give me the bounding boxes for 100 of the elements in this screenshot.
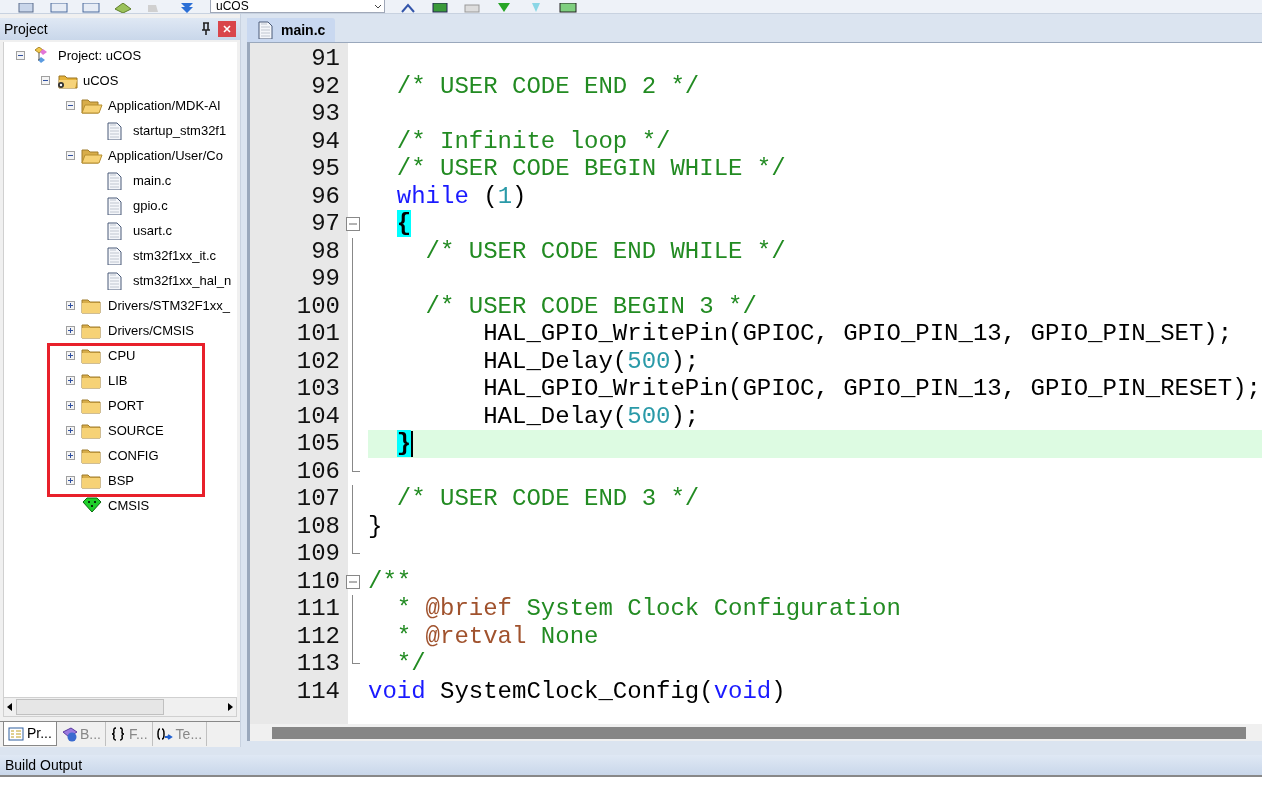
code-line: * @brief System Clock Configuration bbox=[395, 595, 901, 623]
toolbar-icon[interactable] bbox=[399, 3, 417, 13]
line-number: 109 bbox=[295, 540, 341, 568]
file-icon bbox=[257, 21, 273, 39]
code-line: /** bbox=[368, 567, 412, 595]
panel-title: Build Output bbox=[5, 755, 83, 775]
scrollbar-thumb[interactable] bbox=[16, 699, 164, 715]
folder-icon bbox=[81, 296, 103, 315]
fold-icon[interactable] bbox=[346, 574, 360, 589]
folder-icon bbox=[81, 471, 103, 490]
close-button[interactable] bbox=[218, 21, 236, 37]
horizontal-scrollbar[interactable] bbox=[250, 724, 1262, 741]
tree-item[interactable]: usart.c bbox=[133, 220, 172, 241]
line-number: 114 bbox=[295, 677, 341, 705]
expand-icon[interactable] bbox=[66, 426, 75, 435]
tree-item[interactable]: uCOS bbox=[83, 70, 119, 91]
line-number: 105 bbox=[295, 430, 341, 458]
line-number: 111 bbox=[295, 595, 341, 623]
line-number: 101 bbox=[295, 320, 341, 348]
line-number: 104 bbox=[295, 402, 341, 430]
collapse-icon[interactable] bbox=[41, 76, 50, 85]
pin-icon[interactable] bbox=[200, 22, 212, 36]
close-icon bbox=[223, 25, 231, 33]
code-line: HAL_GPIO_WritePin(GPIOC, GPIO_PIN_13, GPIO_PIN_SET); bbox=[482, 320, 1233, 348]
code-line: HAL_Delay(500); bbox=[482, 402, 700, 430]
collapse-icon[interactable] bbox=[66, 101, 75, 110]
tree-item[interactable]: Application/User/Co bbox=[108, 145, 223, 166]
code-line: void SystemClock_Config(void) bbox=[368, 677, 786, 705]
diamond-icon bbox=[81, 496, 103, 515]
tree-item[interactable]: Drivers/STM32F1xx_ bbox=[108, 295, 231, 316]
tree-item[interactable]: Drivers/CMSIS bbox=[108, 320, 194, 341]
folder-icon bbox=[81, 446, 103, 465]
tree-item[interactable]: LIB bbox=[108, 370, 128, 391]
line-number: 106 bbox=[295, 457, 341, 485]
toolbar-icon[interactable] bbox=[431, 3, 449, 13]
folder-icon bbox=[81, 421, 103, 440]
folder-icon bbox=[81, 321, 103, 340]
open-folder-icon bbox=[81, 146, 103, 165]
expand-icon[interactable] bbox=[66, 401, 75, 410]
line-number: 95 bbox=[310, 155, 341, 183]
fold-icon[interactable] bbox=[346, 217, 360, 231]
tree-item[interactable]: CPU bbox=[108, 345, 136, 366]
code-line: while (1) bbox=[395, 182, 527, 210]
code-line: /* USER CODE BEGIN WHILE */ bbox=[395, 155, 786, 183]
line-number: 98 bbox=[310, 237, 341, 265]
horizontal-scrollbar[interactable] bbox=[3, 697, 237, 717]
expand-icon[interactable] bbox=[66, 476, 75, 485]
expand-icon[interactable] bbox=[66, 451, 75, 460]
line-number: 108 bbox=[295, 512, 341, 540]
collapse-icon[interactable] bbox=[16, 51, 25, 60]
panel-title: Project bbox=[4, 19, 48, 39]
line-number: 110 bbox=[295, 567, 341, 595]
tree-item[interactable]: CONFIG bbox=[108, 445, 159, 466]
tree-item[interactable]: BSP bbox=[108, 470, 134, 491]
collapse-icon[interactable] bbox=[66, 151, 75, 160]
tree-item[interactable]: stm32f1xx_hal_n bbox=[133, 270, 232, 291]
tree-item[interactable]: PORT bbox=[108, 395, 144, 416]
tree-item[interactable]: stm32f1xx_it.c bbox=[133, 245, 217, 266]
line-number: 91 bbox=[310, 45, 341, 73]
line-number: 96 bbox=[310, 182, 341, 210]
code-line: /* USER CODE END 2 */ bbox=[395, 72, 700, 100]
tree-item[interactable]: CMSIS bbox=[108, 495, 150, 516]
tree-item[interactable]: gpio.c bbox=[133, 195, 168, 216]
line-number: 92 bbox=[310, 72, 341, 100]
line-number: 99 bbox=[310, 265, 341, 293]
target-dropdown[interactable]: uCOS bbox=[210, 0, 385, 13]
line-number: 107 bbox=[295, 485, 341, 513]
tree-item[interactable]: main.c bbox=[133, 170, 172, 191]
line-number: 102 bbox=[295, 347, 341, 375]
line-number: 113 bbox=[295, 650, 341, 678]
open-folder-icon bbox=[81, 96, 103, 115]
folder-icon bbox=[81, 346, 103, 365]
expand-icon[interactable] bbox=[66, 326, 75, 335]
code-line: /* USER CODE END WHILE */ bbox=[424, 237, 786, 265]
expand-icon[interactable] bbox=[66, 351, 75, 360]
code-line: /* USER CODE END 3 */ bbox=[395, 485, 700, 513]
file-tab[interactable]: main.c bbox=[247, 18, 336, 42]
toolbar-icon[interactable] bbox=[559, 3, 577, 13]
code-line: * @retval None bbox=[395, 622, 599, 650]
tree-item[interactable]: startup_stm32f1 bbox=[133, 120, 227, 141]
line-number: 97 bbox=[310, 210, 341, 238]
code-line: /* Infinite loop */ bbox=[395, 127, 671, 155]
code-line: */ bbox=[395, 650, 426, 678]
book-icon bbox=[60, 726, 77, 742]
braces-icon bbox=[109, 726, 126, 742]
scrollbar-thumb[interactable] bbox=[272, 726, 1246, 739]
folder-icon bbox=[81, 371, 103, 390]
code-editor[interactable] bbox=[247, 42, 1262, 741]
code-line: HAL_GPIO_WritePin(GPIOC, GPIO_PIN_13, GPIO_PIN_RESET); bbox=[482, 375, 1261, 403]
tree-item[interactable]: Project: uCOS bbox=[58, 45, 142, 66]
line-number: 93 bbox=[310, 100, 341, 128]
list-icon bbox=[8, 725, 24, 742]
tree-item[interactable]: SOURCE bbox=[108, 420, 164, 441]
panel-tab[interactable]: Pr... bbox=[3, 722, 57, 746]
line-number: 103 bbox=[295, 375, 341, 403]
expand-icon[interactable] bbox=[66, 301, 75, 310]
folder-icon bbox=[81, 396, 103, 415]
expand-icon[interactable] bbox=[66, 376, 75, 385]
line-number: 100 bbox=[295, 292, 341, 320]
tree-item[interactable]: Application/MDK-AI bbox=[108, 95, 221, 116]
